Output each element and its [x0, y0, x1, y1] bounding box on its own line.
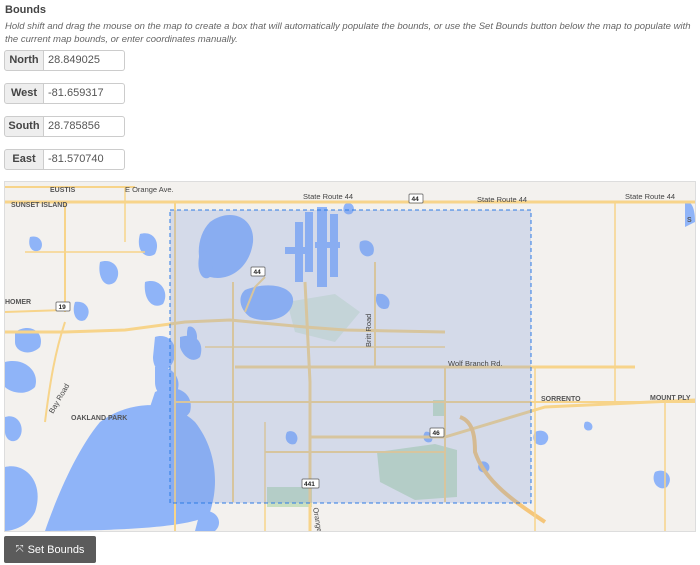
north-label: North — [4, 50, 44, 71]
label-eustis: EUSTIS — [50, 187, 76, 194]
shield-46: 46 — [433, 430, 441, 437]
selection-box — [169, 209, 532, 504]
label-sr44-c: State Route 44 — [625, 192, 675, 201]
help-text: Hold shift and drag the mouse on the map… — [5, 21, 691, 45]
label-oakland-park: OAKLAND PARK — [71, 415, 127, 422]
label-britt-road: Britt Road — [364, 314, 373, 347]
north-row: North — [4, 50, 125, 71]
label-wolf-branch: Wolf Branch Rd. — [448, 359, 502, 368]
label-sr44-b: State Route 44 — [477, 195, 527, 204]
north-input[interactable] — [44, 50, 125, 71]
label-sorrento: SORRENTO — [541, 396, 581, 403]
east-input[interactable] — [44, 149, 125, 170]
set-bounds-label: Set Bounds — [27, 543, 85, 556]
label-orange-ave: E Orange Ave. — [125, 185, 174, 194]
east-row: East — [4, 149, 125, 170]
south-row: South — [4, 116, 125, 137]
west-input[interactable] — [44, 83, 125, 104]
south-input[interactable] — [44, 116, 125, 137]
shield-19: 19 — [59, 304, 67, 311]
map[interactable]: EUSTIS E Orange Ave. SUNSET ISLAND State… — [4, 181, 696, 532]
shield-44-top: 44 — [412, 196, 420, 203]
label-homer: HOMER — [5, 299, 31, 306]
south-label: South — [4, 116, 44, 137]
label-mount-ply: MOUNT PLY — [650, 395, 691, 402]
compress-arrows-icon: ⤧ — [15, 544, 24, 555]
map-canvas[interactable]: EUSTIS E Orange Ave. SUNSET ISLAND State… — [5, 182, 695, 531]
west-row: West — [4, 83, 125, 104]
east-label: East — [4, 149, 44, 170]
label-sr44-a: State Route 44 — [303, 192, 353, 201]
section-title: Bounds — [5, 4, 46, 16]
label-edge-s: S — [687, 217, 692, 224]
label-sunset-island: SUNSET ISLAND — [11, 202, 67, 209]
set-bounds-button[interactable]: ⤧ Set Bounds — [4, 536, 96, 563]
shield-441: 441 — [304, 481, 315, 488]
west-label: West — [4, 83, 44, 104]
shield-44-mid: 44 — [254, 269, 262, 276]
